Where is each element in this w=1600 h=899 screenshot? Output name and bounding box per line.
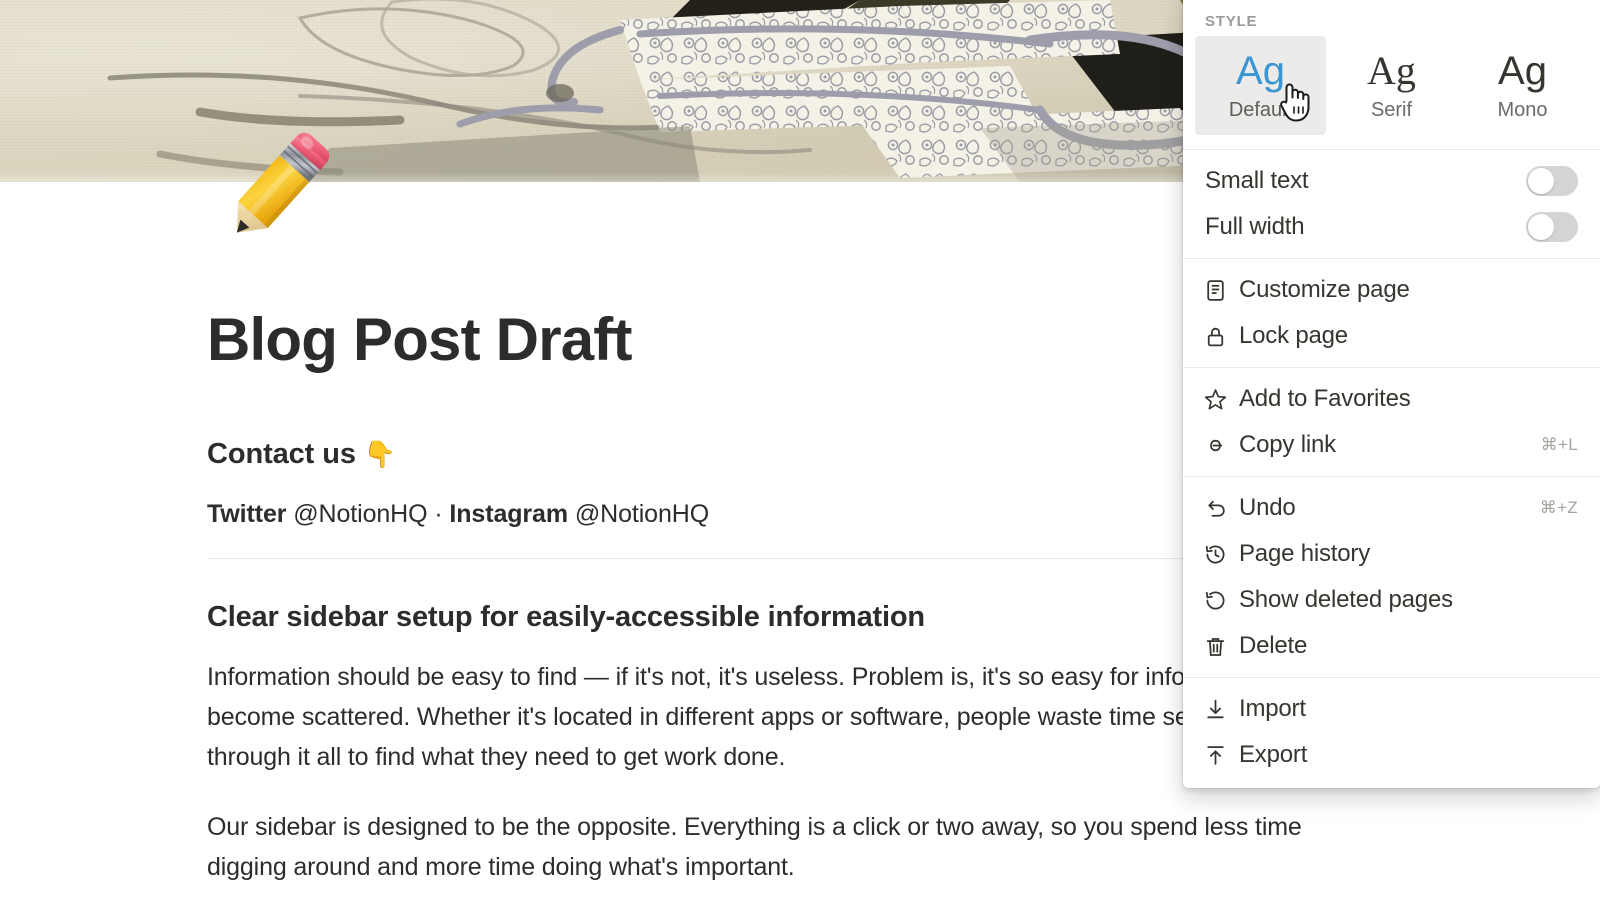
menu-item-export[interactable]: Export — [1183, 732, 1600, 778]
menu-label-lock-page: Lock page — [1239, 322, 1348, 349]
menu-label-import: Import — [1239, 695, 1306, 722]
menu-label-show-deleted-pages: Show deleted pages — [1239, 586, 1453, 613]
notion-page-root: Blog Post Draft Contact us 👇 Twitter @No… — [0, 0, 1600, 899]
trash-icon — [1203, 634, 1239, 659]
menu-item-show-deleted-pages[interactable]: Show deleted pages — [1183, 577, 1600, 623]
menu-label-copy-link: Copy link — [1239, 431, 1336, 458]
page-options-panel: STYLE Ag Default Ag Serif Ag Mono Small … — [1183, 0, 1600, 788]
lock-icon — [1203, 324, 1239, 349]
menu-label-customize-page: Customize page — [1239, 276, 1410, 303]
menu-label-delete: Delete — [1239, 632, 1308, 659]
small-text-toggle-row[interactable]: Small text — [1183, 158, 1600, 204]
font-style-option-default[interactable]: Ag Default — [1195, 36, 1326, 135]
menu-shortcut-copy-link: ⌘+L — [1540, 435, 1578, 454]
menu-item-add-to-favorites[interactable]: Add to Favorites — [1183, 376, 1600, 422]
menu-item-lock-page[interactable]: Lock page — [1183, 313, 1600, 359]
full-width-switch[interactable] — [1526, 212, 1578, 242]
font-style-option-serif[interactable]: Ag Serif — [1326, 36, 1457, 135]
import-icon — [1203, 697, 1239, 722]
paragraph-information-findability[interactable]: Information should be easy to find — if … — [207, 637, 1347, 777]
font-style-label-serif: Serif — [1370, 99, 1413, 121]
menu-item-undo[interactable]: Undo ⌘+Z — [1183, 485, 1600, 531]
menu-shortcut-undo: ⌘+Z — [1539, 498, 1578, 517]
menu-item-import[interactable]: Import — [1183, 686, 1600, 732]
full-width-switch-knob — [1528, 214, 1554, 240]
menu-item-customize-page[interactable]: Customize page — [1183, 267, 1600, 313]
paragraph-sidebar-design[interactable]: Our sidebar is designed to be the opposi… — [207, 777, 1347, 887]
pointing-down-emoji: 👇 — [363, 439, 397, 470]
full-width-toggle-row[interactable]: Full width — [1183, 204, 1600, 250]
pencil-icon — [236, 132, 330, 233]
instagram-label: Instagram — [449, 499, 568, 528]
full-width-label: Full width — [1205, 213, 1305, 240]
small-text-switch-knob — [1528, 168, 1554, 194]
menu-group-history: Undo ⌘+Z Page history Show deleted pages… — [1183, 477, 1600, 677]
star-icon — [1203, 387, 1239, 412]
menu-label-add-to-favorites: Add to Favorites — [1239, 385, 1411, 412]
toggle-group: Small text Full width — [1183, 150, 1600, 258]
menu-group-page-actions: Customize page Lock page — [1183, 259, 1600, 367]
menu-label-undo: Undo — [1239, 494, 1296, 521]
page-icon-pencil-emoji[interactable] — [207, 118, 347, 258]
small-text-switch[interactable] — [1526, 166, 1578, 196]
menu-label-export: Export — [1239, 741, 1308, 768]
menu-label-page-history: Page history — [1239, 540, 1371, 567]
twitter-label: Twitter — [207, 499, 287, 528]
restore-icon — [1203, 588, 1239, 613]
font-style-option-mono[interactable]: Ag Mono — [1457, 36, 1588, 135]
font-sample-default: Ag — [1236, 49, 1285, 93]
font-sample-mono: Ag — [1498, 49, 1547, 93]
font-style-label-mono: Mono — [1497, 99, 1548, 121]
menu-item-page-history[interactable]: Page history — [1183, 531, 1600, 577]
style-section-label: STYLE — [1205, 13, 1258, 30]
twitter-handle[interactable]: @NotionHQ — [286, 500, 427, 528]
export-icon — [1203, 743, 1239, 768]
page-history-icon — [1203, 542, 1239, 567]
menu-group-sharing: Add to Favorites Copy link ⌘+L — [1183, 368, 1600, 476]
font-style-selector: Ag Default Ag Serif Ag Mono — [1183, 36, 1600, 149]
font-style-label-default: Default — [1228, 99, 1293, 121]
instagram-handle[interactable]: @NotionHQ — [568, 500, 709, 528]
small-text-label: Small text — [1205, 167, 1309, 194]
menu-group-transfer: Import Export — [1183, 678, 1600, 786]
menu-item-copy-link[interactable]: Copy link ⌘+L — [1183, 422, 1600, 468]
font-sample-serif: Ag — [1367, 48, 1416, 93]
undo-icon — [1203, 496, 1239, 521]
menu-item-delete[interactable]: Delete — [1183, 623, 1600, 669]
link-icon — [1203, 433, 1239, 458]
customize-page-icon — [1203, 278, 1239, 303]
heading-contact-us-text: Contact us — [207, 438, 364, 471]
social-separator: · — [427, 499, 450, 528]
